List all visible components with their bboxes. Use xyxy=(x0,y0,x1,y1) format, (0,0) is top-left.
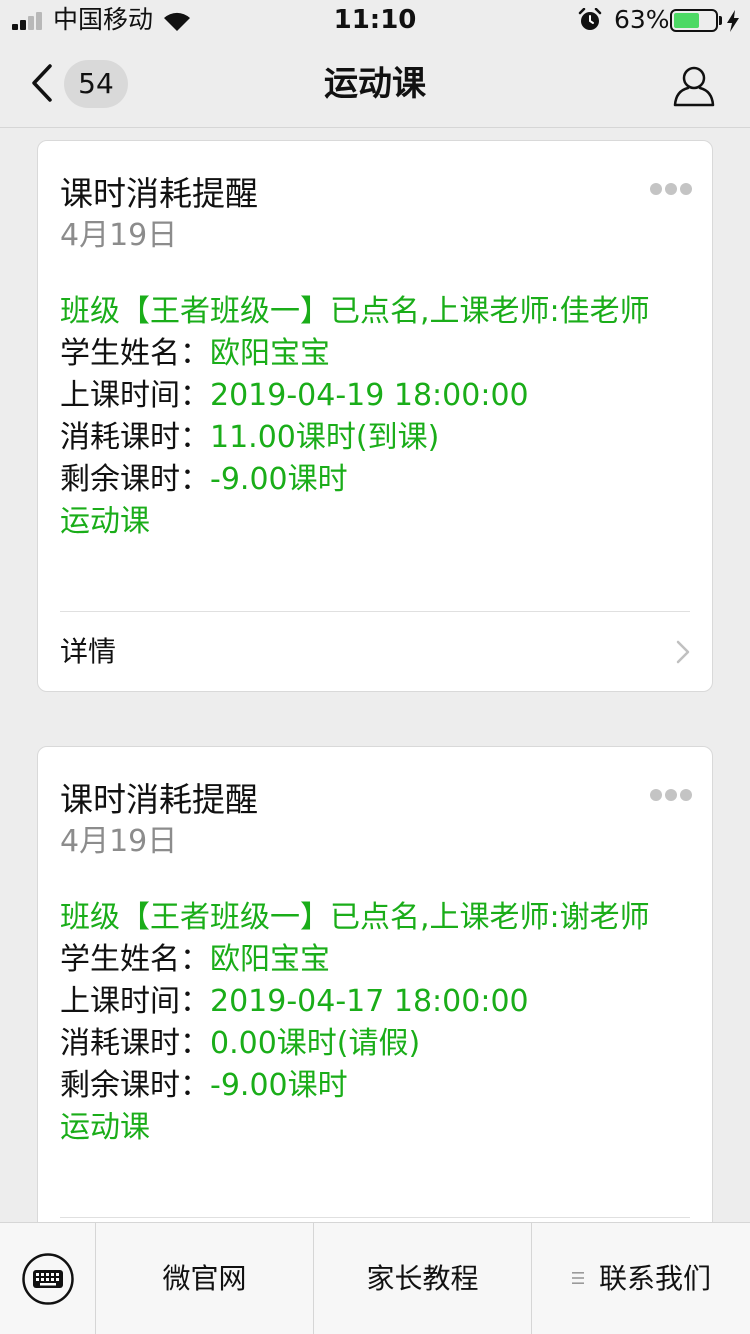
course-name: 运动课 xyxy=(60,1110,150,1145)
unread-count-badge[interactable]: 54 xyxy=(64,60,128,108)
field-value: -9.00课时 xyxy=(210,462,348,497)
detail-link[interactable]: 详情 xyxy=(38,612,712,691)
card-divider xyxy=(60,1217,690,1218)
field-row: 消耗课时：11.00课时(到课) xyxy=(60,417,680,459)
field-row: 上课时间：2019-04-17 18:00:00 xyxy=(60,981,680,1023)
card-date: 4月19日 xyxy=(60,218,178,253)
field-label: 消耗课时： xyxy=(60,1026,210,1061)
message-card[interactable]: 课时消耗提醒 4月19日 班级【王者班级一】已点名,上课老师:佳老师 学生姓名：… xyxy=(37,140,713,692)
field-row: 剩余课时：-9.00课时 xyxy=(60,459,680,501)
bottom-menu: 微官网 家长教程 联系我们 xyxy=(0,1222,750,1334)
detail-label: 详情 xyxy=(60,635,117,668)
card-date: 4月19日 xyxy=(60,824,178,859)
field-row: 上课时间：2019-04-19 18:00:00 xyxy=(60,375,680,417)
field-row: 消耗课时：0.00课时(请假) xyxy=(60,1023,680,1065)
card-title: 课时消耗提醒 xyxy=(60,780,258,819)
field-label: 上课时间： xyxy=(60,984,210,1019)
field-label: 上课时间： xyxy=(60,378,210,413)
menu-item-website[interactable]: 微官网 xyxy=(96,1223,314,1334)
field-label: 剩余课时： xyxy=(60,1068,210,1103)
chevron-right-icon xyxy=(676,640,690,664)
more-icon[interactable] xyxy=(650,183,692,195)
battery-icon xyxy=(670,9,722,32)
menu-item-parent-guide[interactable]: 家长教程 xyxy=(314,1223,532,1334)
battery-fill xyxy=(674,13,700,28)
field-row: 学生姓名：欧阳宝宝 xyxy=(60,333,680,375)
field-value: -9.00课时 xyxy=(210,1068,348,1103)
menu-item-label: 家长教程 xyxy=(366,1262,479,1295)
keyboard-toggle-button[interactable] xyxy=(0,1223,96,1334)
message-card[interactable]: 课时消耗提醒 4月19日 班级【王者班级一】已点名,上课老师:谢老师 学生姓名：… xyxy=(37,746,713,1222)
field-row: 剩余课时：-9.00课时 xyxy=(60,1065,680,1107)
keyboard-icon xyxy=(22,1253,74,1305)
menu-lines-icon xyxy=(571,1272,584,1284)
nav-bar: 运动课 54 xyxy=(0,40,750,128)
card-headline: 班级【王者班级一】已点名,上课老师:佳老师 xyxy=(60,294,650,329)
field-value: 2019-04-19 18:00:00 xyxy=(210,378,529,413)
battery-percent: 63% xyxy=(614,5,670,34)
field-value: 2019-04-17 18:00:00 xyxy=(210,984,529,1019)
menu-item-label: 联系我们 xyxy=(598,1262,711,1295)
field-value: 11.00课时(到课) xyxy=(210,420,440,455)
field-value: 欧阳宝宝 xyxy=(210,942,330,977)
card-body: 班级【王者班级一】已点名,上课老师:佳老师 学生姓名：欧阳宝宝 上课时间：201… xyxy=(60,291,680,543)
message-list[interactable]: 课时消耗提醒 4月19日 班级【王者班级一】已点名,上课老师:佳老师 学生姓名：… xyxy=(0,129,750,1222)
field-row: 学生姓名：欧阳宝宝 xyxy=(60,939,680,981)
card-body: 班级【王者班级一】已点名,上课老师:谢老师 学生姓名：欧阳宝宝 上课时间：201… xyxy=(60,897,680,1149)
menu-item-label: 微官网 xyxy=(162,1262,247,1295)
status-bar: 中国移动 11:10 63% xyxy=(0,0,750,40)
back-chevron-icon[interactable] xyxy=(28,62,56,104)
course-name: 运动课 xyxy=(60,504,150,539)
field-value: 欧阳宝宝 xyxy=(210,336,330,371)
menu-item-contact-us[interactable]: 联系我们 xyxy=(532,1223,750,1334)
card-title: 课时消耗提醒 xyxy=(60,174,258,213)
charging-icon xyxy=(727,10,739,32)
card-headline: 班级【王者班级一】已点名,上课老师:谢老师 xyxy=(60,900,650,935)
field-label: 消耗课时： xyxy=(60,420,210,455)
more-icon[interactable] xyxy=(650,789,692,801)
alarm-icon xyxy=(578,8,602,30)
field-label: 剩余课时： xyxy=(60,462,210,497)
profile-icon[interactable] xyxy=(672,64,716,108)
field-value: 0.00课时(请假) xyxy=(210,1026,421,1061)
field-label: 学生姓名： xyxy=(60,942,210,977)
field-label: 学生姓名： xyxy=(60,336,210,371)
